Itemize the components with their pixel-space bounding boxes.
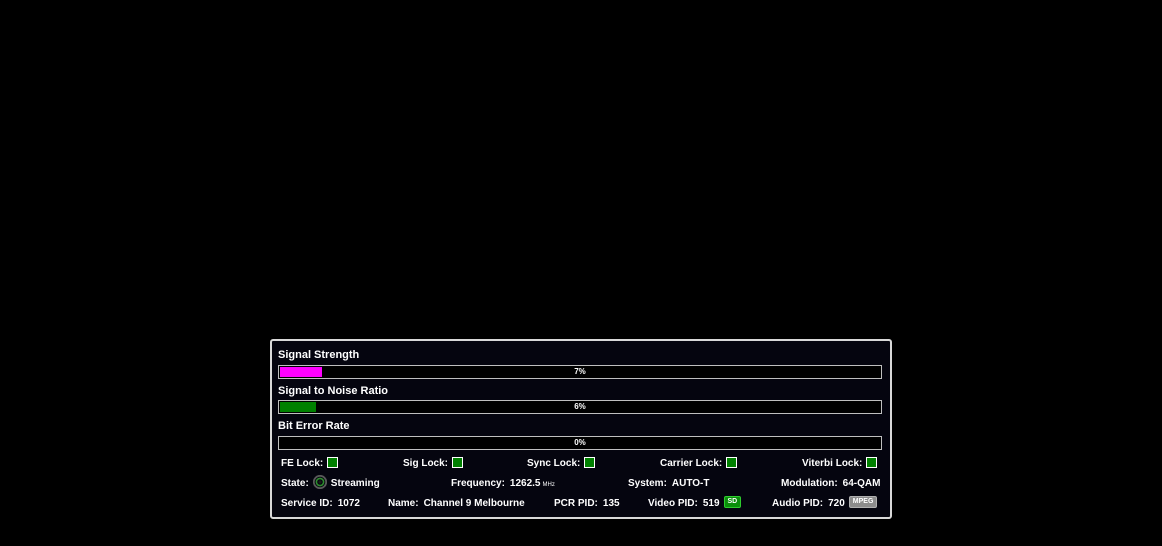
sync-lock-indicator-icon xyxy=(584,456,596,468)
signal-strength-title: Signal Strength xyxy=(278,349,360,361)
state: State: Streaming xyxy=(281,475,380,492)
sig-lock-label: Sig Lock: xyxy=(403,458,449,469)
viterbi-lock: Viterbi Lock: xyxy=(802,456,878,472)
service-name-value: Channel 9 Melbourne xyxy=(423,498,525,509)
service-id-value: 1072 xyxy=(337,498,360,509)
tuner-status-panel: Signal Strength 7% Signal to Noise Ratio… xyxy=(270,339,892,519)
modulation: Modulation: 64-QAM xyxy=(781,476,880,492)
frequency-label: Frequency: xyxy=(451,478,505,489)
system-value: AUTO-T xyxy=(671,478,710,489)
signal-strength-value: 7% xyxy=(574,367,586,376)
service-id: Service ID: 1072 xyxy=(281,496,360,512)
snr-bar: 6% xyxy=(278,400,882,414)
service-row: Service ID: 1072 Name: Channel 9 Melbourne… xyxy=(272,496,890,512)
frequency: Frequency: 1262.5 MHz xyxy=(451,476,555,492)
snr-value: 6% xyxy=(574,402,586,411)
service-name: Name: Channel 9 Melbourne xyxy=(388,496,525,512)
modulation-value: 64-QAM xyxy=(842,478,881,489)
streaming-icon xyxy=(312,475,327,490)
status-row: State: Streaming Frequency: 1262.5 MHz Sys… xyxy=(272,475,890,492)
service-name-label: Name: xyxy=(388,498,419,509)
lock-row: FE Lock: Sig Lock: Sync Lock: Carrier Lo… xyxy=(272,456,890,472)
fe-lock: FE Lock: xyxy=(281,456,339,472)
sync-lock-label: Sync Lock: xyxy=(527,458,581,469)
carrier-lock-label: Carrier Lock: xyxy=(660,458,723,469)
video-pid-value: 519 xyxy=(702,498,720,509)
sig-lock: Sig Lock: xyxy=(403,456,464,472)
pcr-pid-value: 135 xyxy=(602,498,620,509)
pcr-pid-label: PCR PID: xyxy=(554,498,598,509)
frequency-unit: MHz xyxy=(542,482,555,488)
ber-bar: 0% xyxy=(278,436,882,450)
modulation-label: Modulation: xyxy=(781,478,838,489)
audio-format-badge: MPEG xyxy=(848,496,878,509)
state-value: Streaming xyxy=(330,478,380,489)
audio-pid: Audio PID: 720 MPEG xyxy=(772,496,878,512)
service-id-label: Service ID: xyxy=(281,498,333,509)
viterbi-lock-indicator-icon xyxy=(866,456,878,468)
state-label: State: xyxy=(281,478,309,489)
snr-title: Signal to Noise Ratio xyxy=(278,385,389,397)
ber-title: Bit Error Rate xyxy=(278,420,350,432)
system-label: System: xyxy=(628,478,667,489)
pcr-pid: PCR PID: 135 xyxy=(554,496,620,512)
video-pid: Video PID: 519 SD xyxy=(648,496,742,512)
carrier-lock: Carrier Lock: xyxy=(660,456,738,472)
carrier-lock-indicator-icon xyxy=(726,456,738,468)
fe-lock-indicator-icon xyxy=(327,456,339,468)
audio-pid-value: 720 xyxy=(828,498,845,509)
ber-value: 0% xyxy=(574,438,586,447)
sync-lock: Sync Lock: xyxy=(527,456,596,472)
sig-lock-indicator-icon xyxy=(452,456,464,468)
video-pid-label: Video PID: xyxy=(648,498,698,509)
system: System: AUTO-T xyxy=(628,476,710,492)
signal-strength-bar: 7% xyxy=(278,365,882,379)
frequency-value: 1262.5 xyxy=(509,478,541,489)
viterbi-lock-label: Viterbi Lock: xyxy=(802,458,863,469)
fe-lock-label: FE Lock: xyxy=(281,458,324,469)
audio-pid-label: Audio PID: xyxy=(772,498,824,509)
video-format-badge: SD xyxy=(723,496,742,509)
